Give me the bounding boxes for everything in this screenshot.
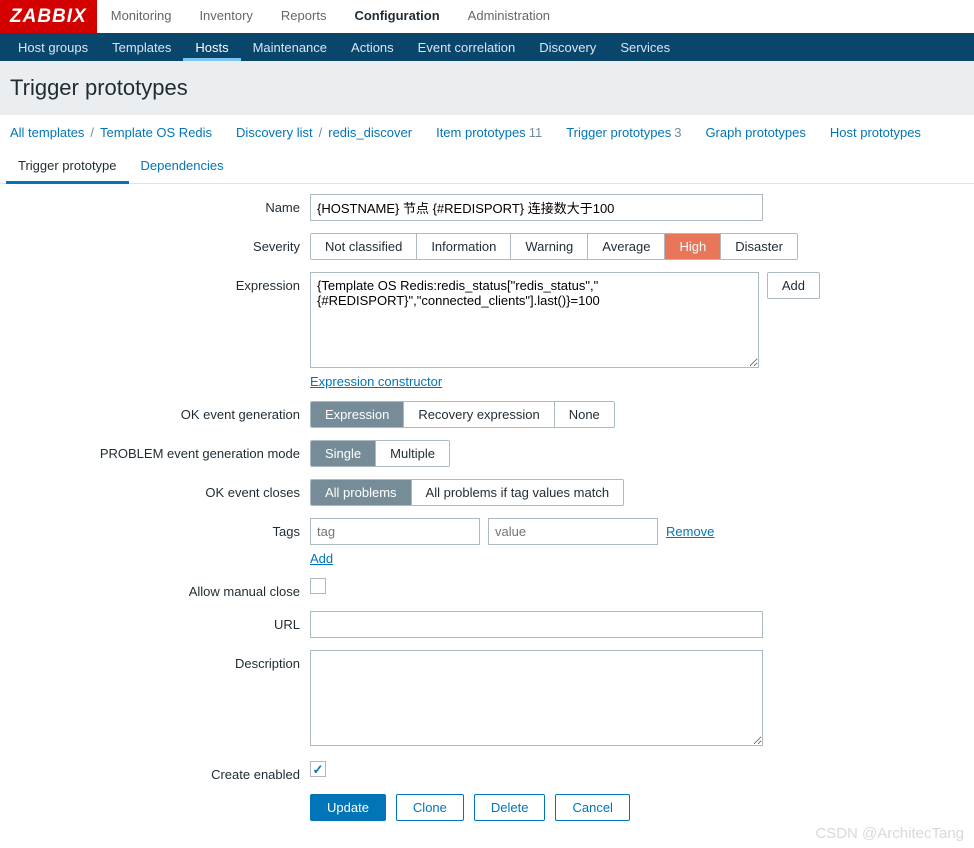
top-nav: ZABBIX Monitoring Inventory Reports Conf…: [0, 0, 974, 33]
label-ok-closes: OK event closes: [10, 479, 310, 500]
subnav-event-correlation[interactable]: Event correlation: [406, 34, 528, 61]
ok-closes-tag-match[interactable]: All problems if tag values match: [412, 480, 624, 505]
name-input[interactable]: [310, 194, 763, 221]
expression-add-button[interactable]: Add: [767, 272, 820, 299]
ok-event-recovery[interactable]: Recovery expression: [404, 402, 554, 427]
description-textarea[interactable]: [310, 650, 763, 746]
problem-mode-group: Single Multiple: [310, 440, 450, 467]
label-url: URL: [10, 611, 310, 632]
crumb-all-templates[interactable]: All templates: [10, 125, 84, 140]
topnav-configuration[interactable]: Configuration: [340, 0, 453, 33]
form: Name Severity Not classified Information…: [0, 184, 974, 843]
ok-event-none[interactable]: None: [555, 402, 614, 427]
label-tags: Tags: [10, 518, 310, 539]
label-ok-event: OK event generation: [10, 401, 310, 422]
crumb-discovery-list[interactable]: Discovery list: [236, 125, 313, 140]
severity-group: Not classified Information Warning Avera…: [310, 233, 798, 260]
ok-closes-group: All problems All problems if tag values …: [310, 479, 624, 506]
crumb-host-prototypes[interactable]: Host prototypes: [830, 125, 921, 140]
tag-add-link[interactable]: Add: [310, 551, 333, 566]
subnav-hosts[interactable]: Hosts: [183, 34, 240, 61]
subnav-services[interactable]: Services: [608, 34, 682, 61]
crumb-trigger-prototypes[interactable]: Trigger prototypes3: [566, 125, 681, 140]
severity-information[interactable]: Information: [417, 234, 511, 259]
update-button[interactable]: Update: [310, 794, 386, 821]
expression-textarea[interactable]: [310, 272, 759, 368]
tag-value-input[interactable]: [488, 518, 658, 545]
severity-high[interactable]: High: [665, 234, 721, 259]
crumb-graph-prototypes[interactable]: Graph prototypes: [705, 125, 805, 140]
tabs: Trigger prototype Dependencies: [0, 150, 974, 184]
sub-nav: Host groups Templates Hosts Maintenance …: [0, 33, 974, 61]
crumb-redis-discover[interactable]: redis_discover: [328, 125, 412, 140]
severity-average[interactable]: Average: [588, 234, 665, 259]
cancel-button[interactable]: Cancel: [555, 794, 629, 821]
severity-not-classified[interactable]: Not classified: [311, 234, 417, 259]
allow-manual-checkbox[interactable]: [310, 578, 326, 594]
subnav-templates[interactable]: Templates: [100, 34, 183, 61]
tab-dependencies[interactable]: Dependencies: [129, 150, 236, 183]
severity-warning[interactable]: Warning: [511, 234, 588, 259]
subnav-actions[interactable]: Actions: [339, 34, 406, 61]
label-create-enabled: Create enabled: [10, 761, 310, 782]
severity-disaster[interactable]: Disaster: [721, 234, 797, 259]
topnav-administration[interactable]: Administration: [454, 0, 564, 33]
tag-name-input[interactable]: [310, 518, 480, 545]
subnav-host-groups[interactable]: Host groups: [6, 34, 100, 61]
expression-constructor-link[interactable]: Expression constructor: [310, 374, 442, 389]
ok-event-expression[interactable]: Expression: [311, 402, 404, 427]
label-problem-mode: PROBLEM event generation mode: [10, 440, 310, 461]
tab-trigger-prototype[interactable]: Trigger prototype: [6, 150, 129, 184]
problem-mode-single[interactable]: Single: [311, 441, 376, 466]
url-input[interactable]: [310, 611, 763, 638]
page-title: Trigger prototypes: [0, 61, 974, 115]
label-description: Description: [10, 650, 310, 671]
subnav-maintenance[interactable]: Maintenance: [241, 34, 339, 61]
create-enabled-checkbox[interactable]: [310, 761, 326, 777]
crumb-sep: /: [90, 125, 94, 140]
label-name: Name: [10, 194, 310, 215]
logo: ZABBIX: [0, 0, 97, 33]
tag-remove-link[interactable]: Remove: [666, 524, 714, 539]
ok-closes-all[interactable]: All problems: [311, 480, 412, 505]
label-severity: Severity: [10, 233, 310, 254]
problem-mode-multiple[interactable]: Multiple: [376, 441, 449, 466]
ok-event-group: Expression Recovery expression None: [310, 401, 615, 428]
delete-button[interactable]: Delete: [474, 794, 546, 821]
breadcrumb: All templates / Template OS Redis Discov…: [0, 115, 974, 150]
topnav-monitoring[interactable]: Monitoring: [97, 0, 186, 33]
crumb-sep: /: [319, 125, 323, 140]
clone-button[interactable]: Clone: [396, 794, 464, 821]
topnav-reports[interactable]: Reports: [267, 0, 341, 33]
label-expression: Expression: [10, 272, 310, 293]
label-allow-manual: Allow manual close: [10, 578, 310, 599]
crumb-template-os-redis[interactable]: Template OS Redis: [100, 125, 212, 140]
topnav-inventory[interactable]: Inventory: [185, 0, 266, 33]
crumb-item-prototypes[interactable]: Item prototypes11: [436, 125, 542, 140]
subnav-discovery[interactable]: Discovery: [527, 34, 608, 61]
